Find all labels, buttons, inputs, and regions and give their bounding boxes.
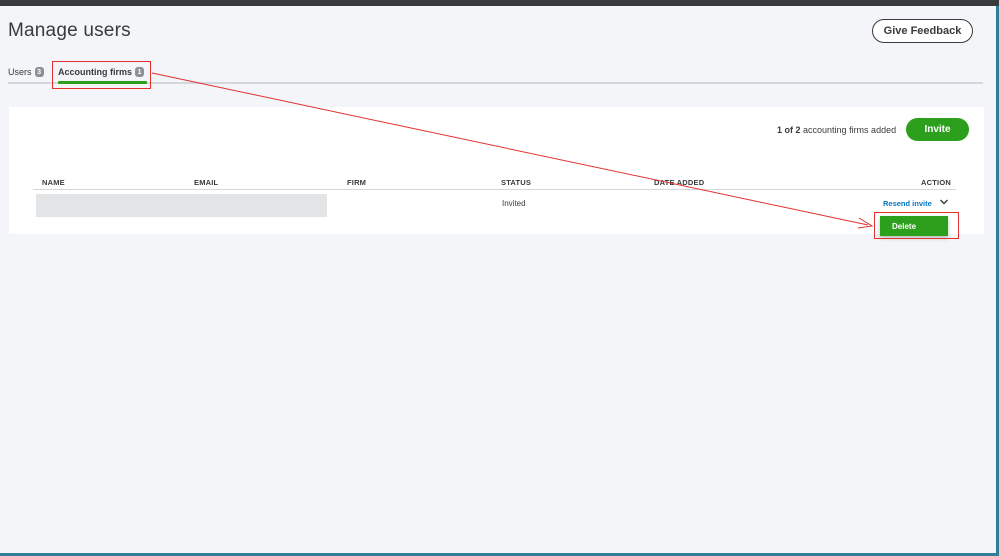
column-header-date-added: DATE ADDED [654, 178, 705, 187]
resend-invite-link[interactable]: Resend invite [883, 199, 932, 208]
invite-button[interactable]: Invite [906, 118, 969, 141]
tab-users-label: Users [8, 67, 32, 77]
firms-added-summary: 1 of 2 accounting firms added [777, 125, 896, 135]
table-header: NAME EMAIL FIRM STATUS DATE ADDED ACTION [33, 174, 956, 190]
firms-added-count: 1 of 2 [777, 125, 801, 135]
column-header-firm: FIRM [347, 178, 367, 187]
annotation-box-delete [874, 212, 959, 239]
tab-users-count-badge: 3 [34, 67, 44, 77]
chevron-down-icon[interactable] [939, 197, 949, 207]
page-title: Manage users [8, 20, 131, 41]
top-bar [0, 0, 999, 6]
status-cell: Invited [502, 199, 526, 208]
column-header-email: EMAIL [194, 178, 219, 187]
annotation-box-tab [52, 61, 151, 89]
redacted-name-email [36, 194, 327, 217]
column-header-action: ACTION [921, 178, 951, 187]
column-header-status: STATUS [501, 178, 532, 187]
firms-added-suffix: accounting firms added [803, 125, 897, 135]
give-feedback-button[interactable]: Give Feedback [872, 19, 973, 43]
tab-users[interactable]: Users 3 [8, 67, 44, 77]
column-header-name: NAME [42, 178, 65, 187]
tab-bar: Users 3 Accounting firms 1 [8, 60, 983, 84]
